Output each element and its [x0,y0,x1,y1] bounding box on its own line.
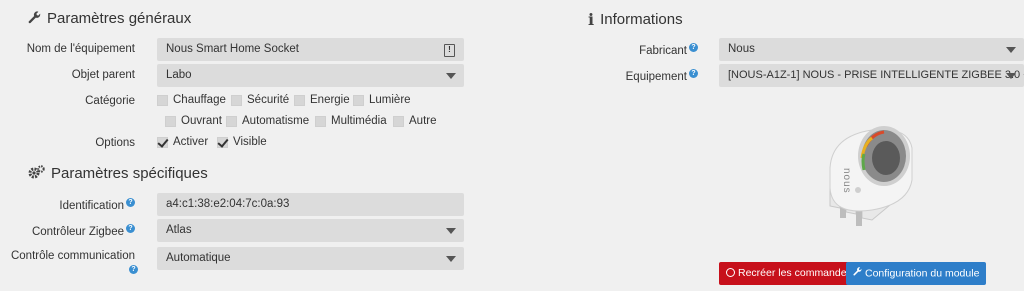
checkbox-checked[interactable] [217,136,228,148]
category-energy[interactable]: Energie [294,94,350,106]
parent-object-label: Objet parent [71,69,135,81]
help-icon[interactable]: ? [126,224,135,233]
specific-section-title: Paramètres spécifiques [28,165,208,182]
manufacturer-label: Fabricant? [639,43,698,57]
help-icon[interactable]: ? [689,43,698,52]
category-multimedia[interactable]: Multimédia [315,115,387,127]
help-icon[interactable]: ? [126,198,135,207]
category-security[interactable]: Sécurité [231,94,289,106]
category-other[interactable]: Autre [393,115,437,127]
gears-icon [28,165,45,182]
equipment-select[interactable]: [NOUS-A1Z-1] NOUS - PRISE INTELLIGENTE Z… [719,64,1024,87]
caret-down-icon [446,256,456,262]
general-section-title: Paramètres généraux [28,10,191,27]
zigbee-controller-label: Contrôleur Zigbee? [32,224,135,238]
equipment-name-label: Nom de l'équipement [26,43,135,55]
equipment-name-field[interactable]: Nous Smart Home Socket ! [157,38,464,61]
identification-field[interactable]: a4:c1:38:e2:04:7c:0a:93 [157,193,464,216]
caret-down-icon [1006,73,1016,79]
info-section-title: i Informations [588,10,683,29]
options-label: Options [95,137,135,149]
parent-object-select[interactable]: Labo [157,64,464,87]
device-brand-text: nous [841,168,852,194]
checkbox-checked[interactable] [157,136,168,148]
info-icon: i [588,10,595,29]
help-icon[interactable]: ? [689,69,698,78]
checkbox[interactable] [315,115,326,127]
caret-down-icon [446,73,456,79]
category-label: Catégorie [85,95,135,107]
checkbox[interactable] [393,115,404,127]
checkbox[interactable] [294,94,305,106]
caret-down-icon [446,228,456,234]
search-icon [726,268,735,277]
category-light[interactable]: Lumière [353,94,411,106]
checkbox[interactable] [353,94,364,106]
zigbee-controller-select[interactable]: Atlas [157,219,464,242]
module-configuration-button[interactable]: Configuration du module [846,262,987,285]
recreate-commands-button[interactable]: Recréer les commandes [719,262,859,285]
manufacturer-select[interactable]: Nous [719,38,1024,61]
wrench-icon [853,262,862,285]
attention-icon[interactable]: ! [444,44,455,57]
checkbox[interactable] [231,94,242,106]
category-automation[interactable]: Automatisme [226,115,309,127]
communication-control-label: Contrôle communication [10,250,135,262]
checkbox[interactable] [157,94,168,106]
checkbox[interactable] [165,115,176,127]
identification-label: Identification? [59,198,135,212]
option-visible[interactable]: Visible [217,136,267,148]
category-heating[interactable]: Chauffage [157,94,226,106]
checkbox[interactable] [226,115,237,127]
option-activate[interactable]: Activer [157,136,208,148]
wrench-icon [28,10,41,27]
product-image: nous [800,108,930,238]
help-icon[interactable]: ? [129,265,138,274]
caret-down-icon [1006,47,1016,53]
category-opening[interactable]: Ouvrant [165,115,222,127]
equipment-label: Equipement? [626,69,698,83]
communication-control-select[interactable]: Automatique [157,247,464,270]
